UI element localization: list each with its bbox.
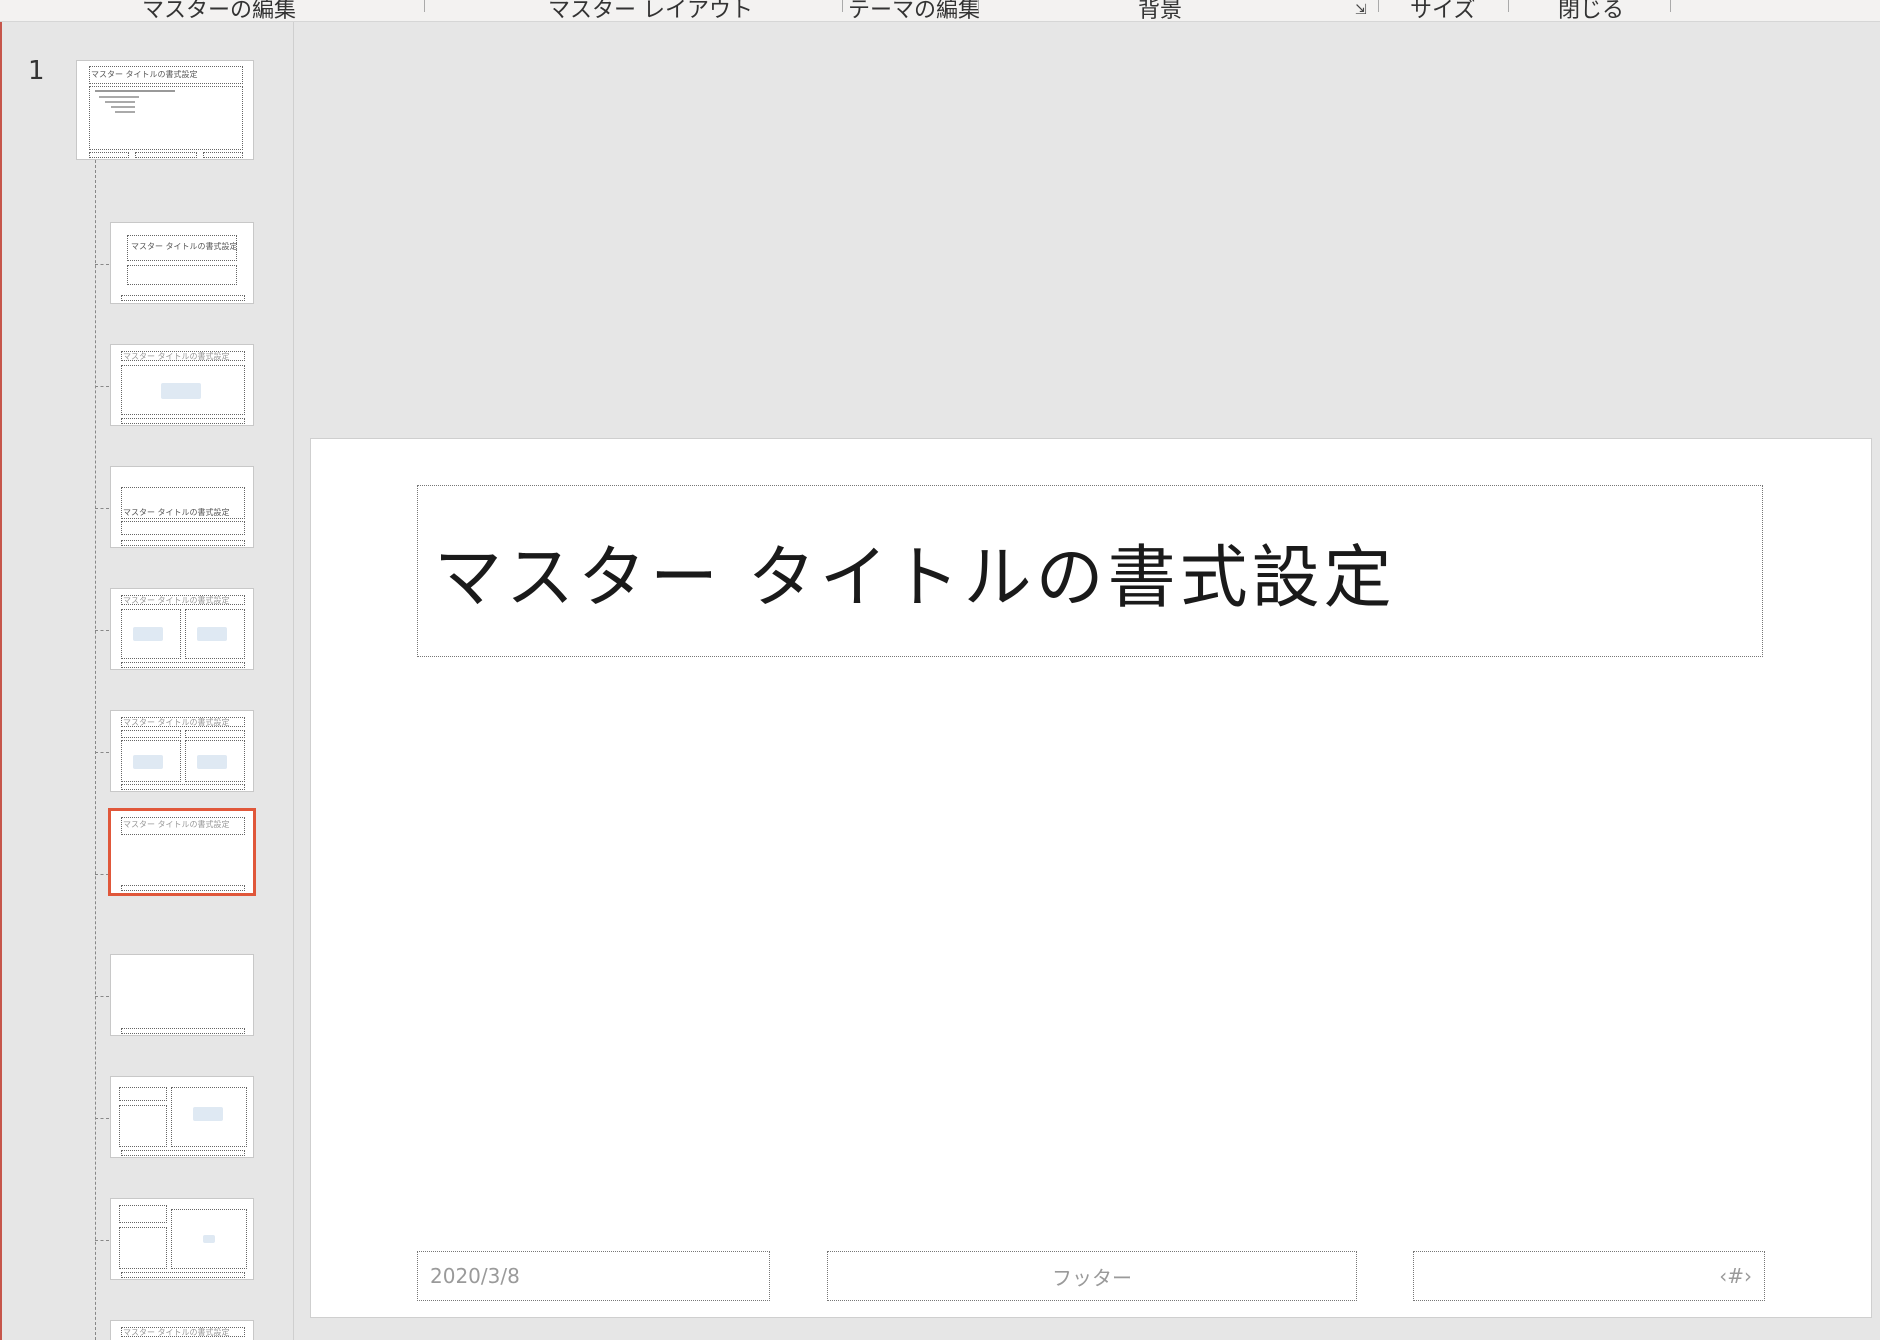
tree-branch <box>95 386 109 387</box>
picture-icon <box>203 1235 215 1243</box>
ribbon-separator <box>1378 0 1379 12</box>
ribbon-separator <box>1508 0 1509 12</box>
tree-branch <box>95 264 109 265</box>
date-text: 2020/3/8 <box>430 1264 520 1288</box>
ribbon-group-size[interactable]: サイズ <box>1410 0 1475 21</box>
master-thumbnail[interactable]: マスター タイトルの書式設定 <box>76 60 254 160</box>
ribbon-separator <box>424 0 425 12</box>
thumb-caption-title <box>119 1087 167 1101</box>
thumb-title-text: マスター タイトルの書式設定 <box>123 352 230 361</box>
thumb-footer-placeholder <box>121 1028 245 1034</box>
thumb-title-text: マスター タイトルの書式設定 <box>123 596 230 605</box>
date-placeholder[interactable]: 2020/3/8 <box>417 1251 770 1301</box>
thumb-footer-placeholder <box>121 1150 245 1156</box>
thumb-footer-placeholder <box>135 152 197 158</box>
slide-number: 1 <box>28 56 45 86</box>
thumb-footer-placeholder <box>121 295 245 301</box>
content-icons <box>133 627 163 641</box>
title-placeholder[interactable]: マスター タイトルの書式設定 <box>417 485 1763 657</box>
layout-thumbnail-section-header[interactable]: マスター タイトルの書式設定 <box>110 466 254 548</box>
thumb-title-text: マスター タイトルの書式設定 <box>123 820 230 829</box>
thumb-caption-text <box>119 1227 167 1269</box>
thumbnail-pane[interactable]: 1 マスター タイトルの書式設定 マスター タイトルの書式設定 マスター タイト… <box>2 22 294 1340</box>
thumb-footer-placeholder <box>121 540 245 546</box>
thumb-footer-placeholder <box>121 1272 245 1278</box>
tree-branch <box>95 1240 109 1241</box>
ribbon-separator <box>1670 0 1671 12</box>
thumb-title-text: マスター タイトルの書式設定 <box>131 242 238 251</box>
content-icons <box>197 627 227 641</box>
slide-number-text: ‹#› <box>1719 1264 1752 1288</box>
thumb-text-placeholder <box>121 521 245 535</box>
thumb-title-text: マスター タイトルの書式設定 <box>123 718 230 727</box>
layout-thumbnail-comparison[interactable]: マスター タイトルの書式設定 <box>110 710 254 792</box>
thumb-heading-right <box>185 730 245 738</box>
ribbon-separator <box>842 0 843 12</box>
layout-thumbnail-title-only-selected[interactable]: マスター タイトルの書式設定 <box>108 808 256 896</box>
content-icons <box>193 1107 223 1121</box>
thumb-heading-left <box>121 730 181 738</box>
thumb-subtitle-placeholder <box>127 265 237 285</box>
thumb-caption-title <box>119 1205 167 1223</box>
thumb-bullet-line <box>111 106 135 108</box>
slide-canvas[interactable]: マスター タイトルの書式設定 2020/3/8 フッター ‹#› <box>310 438 1872 1318</box>
thumb-number-placeholder <box>203 152 243 158</box>
thumb-title-text: マスター タイトルの書式設定 <box>123 1328 230 1337</box>
layout-thumbnail-title-content[interactable]: マスター タイトルの書式設定 <box>110 344 254 426</box>
layout-thumbnail-blank[interactable] <box>110 954 254 1036</box>
slide-number-placeholder[interactable]: ‹#› <box>1413 1251 1765 1301</box>
content-icons <box>197 755 227 769</box>
layout-thumbnail-content-with-caption[interactable] <box>110 1076 254 1158</box>
thumb-date-placeholder <box>89 152 129 158</box>
tree-branch <box>95 1118 109 1119</box>
ribbon-group-background[interactable]: 背景 <box>1138 0 1182 21</box>
ribbon-group-edit-master[interactable]: マスターの編集 <box>142 0 296 21</box>
ribbon-group-master-layout[interactable]: マスター レイアウト <box>548 0 753 21</box>
thumb-bullet-line <box>99 96 139 98</box>
thumb-title-text: マスター タイトルの書式設定 <box>123 508 230 517</box>
title-text: マスター タイトルの書式設定 <box>434 538 1396 618</box>
thumb-bullet-line <box>115 111 135 113</box>
layout-tree-line <box>95 160 96 1340</box>
tree-branch <box>95 874 109 875</box>
layout-thumbnail-picture-with-caption[interactable] <box>110 1198 254 1280</box>
layout-thumbnail-title-vertical-text[interactable]: マスター タイトルの書式設定 <box>110 1320 254 1340</box>
ribbon-group-close[interactable]: 閉じる <box>1558 0 1624 21</box>
thumb-bullet-line <box>105 101 135 103</box>
content-icons <box>133 755 163 769</box>
dialog-launcher-icon[interactable]: ⇲ <box>1355 2 1367 18</box>
layout-thumbnail-title-slide[interactable]: マスター タイトルの書式設定 <box>110 222 254 304</box>
layout-thumbnail-two-content[interactable]: マスター タイトルの書式設定 <box>110 588 254 670</box>
tree-branch <box>95 752 109 753</box>
footer-placeholder[interactable]: フッター <box>827 1251 1357 1301</box>
ribbon-group-edit-theme[interactable]: テーマの編集 <box>848 0 980 21</box>
thumb-footer-placeholder <box>121 885 245 891</box>
thumb-caption-text <box>119 1105 167 1147</box>
ribbon-separator <box>978 0 979 12</box>
thumb-footer-placeholder <box>121 662 245 668</box>
thumb-footer-placeholder <box>121 418 245 424</box>
tree-branch <box>95 508 109 509</box>
thumb-footer-placeholder <box>121 784 245 790</box>
thumb-bullet-line <box>95 90 175 92</box>
tree-branch <box>95 630 109 631</box>
content-icons <box>161 383 201 399</box>
ribbon: マスターの編集 マスター レイアウト テーマの編集 背景 ⇲ サイズ 閉じる <box>0 0 1880 22</box>
thumb-title-text: マスター タイトルの書式設定 <box>91 70 198 79</box>
footer-text: フッター <box>1052 1265 1132 1290</box>
tree-branch <box>95 996 109 997</box>
